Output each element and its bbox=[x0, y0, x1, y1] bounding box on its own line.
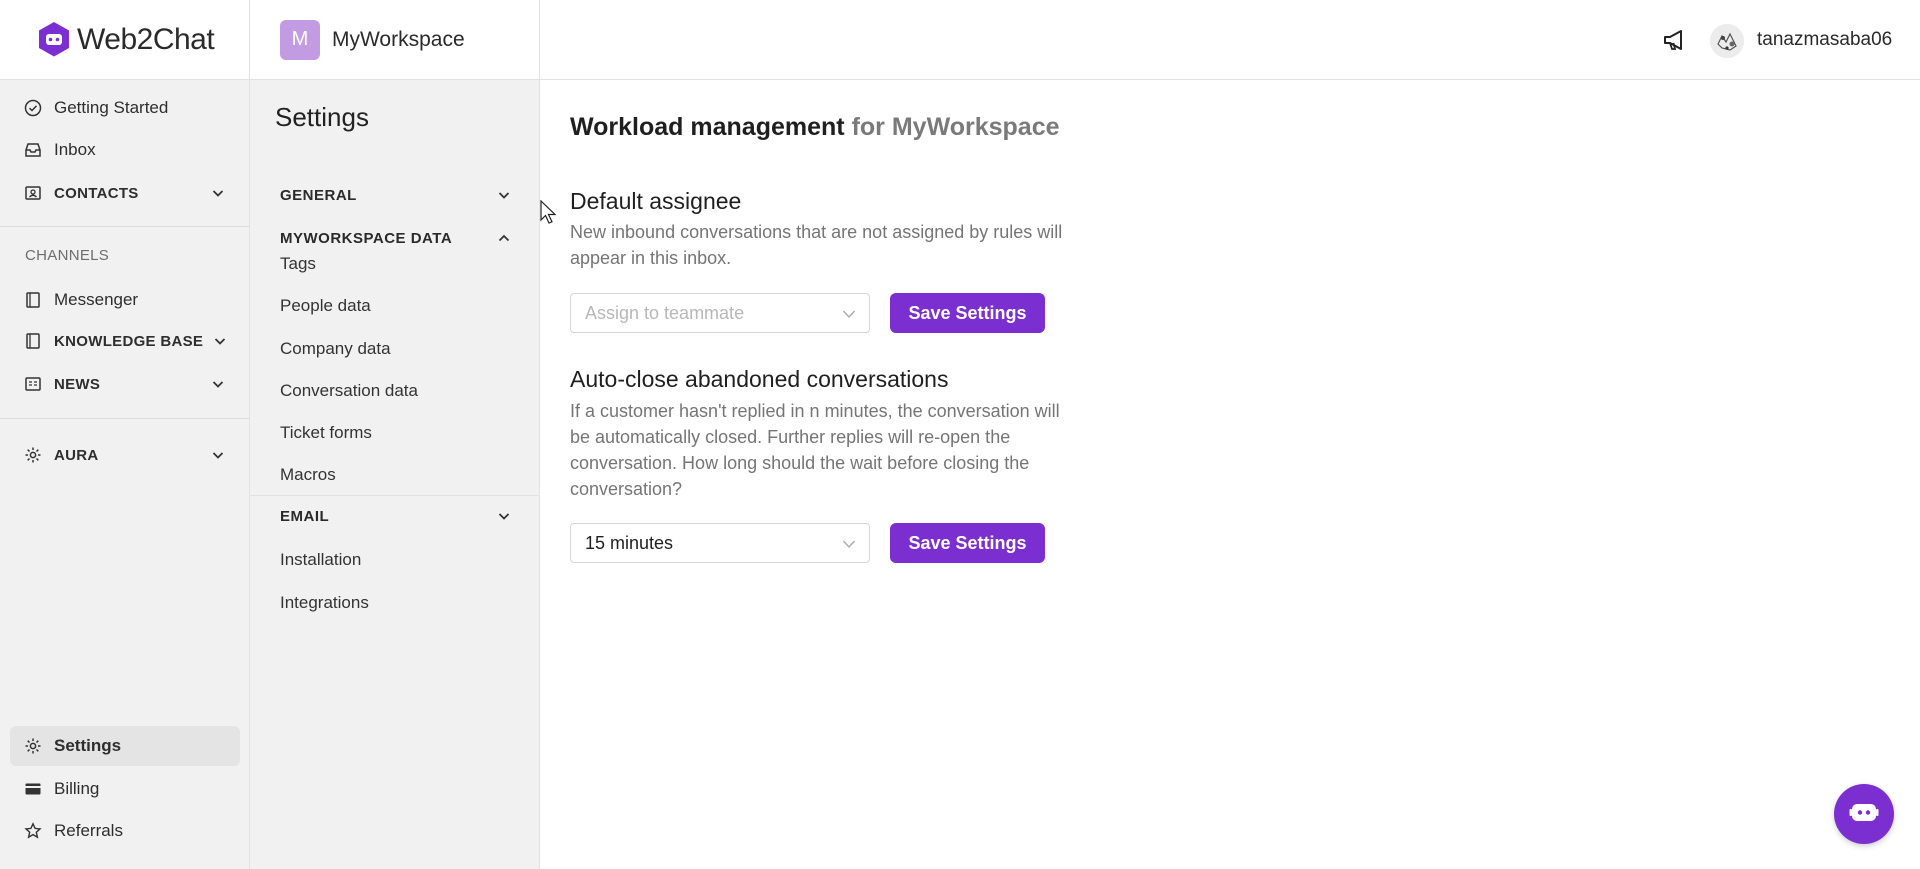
workspace-switcher[interactable]: M MyWorkspace bbox=[250, 0, 540, 80]
star-icon bbox=[24, 822, 42, 840]
mouse-cursor-icon bbox=[540, 199, 558, 226]
settings-item-conversation-data[interactable]: Conversation data bbox=[280, 381, 418, 401]
settings-group-general-label: GENERAL bbox=[280, 186, 357, 204]
newspaper-icon bbox=[24, 375, 42, 393]
page-title-main: Workload management bbox=[570, 113, 845, 141]
auto-close-description: If a customer hasn't replied in n minute… bbox=[570, 401, 1060, 499]
settings-panel: Settings GENERAL MYWORKSPACE DATA Tags P… bbox=[250, 80, 540, 869]
workspace-name: MyWorkspace bbox=[332, 27, 465, 51]
nav-getting-started-label: Getting Started bbox=[54, 98, 169, 117]
nav-billing[interactable]: Billing bbox=[10, 769, 240, 809]
chevron-down-icon bbox=[212, 333, 228, 349]
nav-news-label: NEWS bbox=[54, 375, 101, 393]
chevron-up-icon bbox=[496, 230, 512, 246]
nav-inbox-label: Inbox bbox=[54, 140, 96, 159]
settings-item-tags[interactable]: Tags bbox=[280, 254, 316, 274]
channels-section-header: CHANNELS bbox=[25, 247, 110, 264]
chevron-down-icon bbox=[841, 306, 857, 322]
nav-knowledge-base[interactable]: KNOWLEDGE BASE bbox=[10, 321, 240, 361]
gear-icon bbox=[24, 446, 42, 464]
settings-item-integrations[interactable]: Integrations bbox=[280, 593, 369, 613]
settings-title: Settings bbox=[275, 102, 369, 132]
nav-knowledge-base-label: KNOWLEDGE BASE bbox=[54, 332, 204, 350]
chat-widget-button[interactable] bbox=[1834, 784, 1894, 844]
contacts-card-icon bbox=[24, 184, 42, 202]
default-assignee-title: Default assignee bbox=[570, 188, 742, 214]
assign-teammate-placeholder: Assign to teammate bbox=[585, 302, 745, 323]
settings-item-installation[interactable]: Installation bbox=[280, 550, 361, 570]
nav-divider bbox=[0, 226, 250, 227]
auto-close-duration-value: 15 minutes bbox=[585, 532, 674, 553]
web2chat-logo-icon bbox=[37, 21, 71, 59]
nav-news[interactable]: NEWS bbox=[10, 364, 240, 404]
settings-group-workspace-data[interactable]: MYWORKSPACE DATA bbox=[250, 217, 540, 259]
book-icon bbox=[24, 332, 42, 350]
workspace-avatar: M bbox=[280, 19, 320, 60]
nav-billing-label: Billing bbox=[54, 779, 100, 798]
settings-item-macros[interactable]: Macros bbox=[280, 465, 336, 485]
chatbot-icon bbox=[1849, 799, 1879, 830]
default-assignee-description: New inbound conversations that are not a… bbox=[570, 222, 1063, 268]
settings-group-email-label: EMAIL bbox=[280, 507, 330, 525]
nav-inbox[interactable]: Inbox bbox=[10, 130, 240, 170]
book-icon bbox=[24, 291, 42, 309]
assign-teammate-select[interactable]: Assign to teammate bbox=[570, 293, 870, 333]
page-title: Workload management for MyWorkspace bbox=[570, 113, 1060, 142]
nav-referrals[interactable]: Referrals bbox=[10, 811, 240, 851]
megaphone-icon[interactable] bbox=[1662, 27, 1688, 53]
nav-aura-label: AURA bbox=[54, 446, 99, 464]
settings-group-email[interactable]: EMAIL bbox=[250, 495, 540, 537]
chevron-down-icon bbox=[841, 536, 857, 552]
auto-close-duration-select[interactable]: 15 minutes bbox=[570, 523, 870, 563]
page-title-workspace: for MyWorkspace bbox=[851, 113, 1060, 141]
nav-referrals-label: Referrals bbox=[54, 821, 123, 840]
nav-divider bbox=[0, 418, 250, 419]
auto-close-title: Auto-close abandoned conversations bbox=[570, 366, 949, 392]
chevron-down-icon bbox=[210, 185, 226, 201]
nav-contacts[interactable]: CONTACTS bbox=[10, 173, 240, 213]
username[interactable]: tanazmasaba06 bbox=[1757, 29, 1892, 51]
user-avatar[interactable] bbox=[1710, 24, 1744, 58]
left-navigation: Web2Chat Getting Started Inbox CONTACTS … bbox=[0, 0, 250, 869]
settings-group-general[interactable]: GENERAL bbox=[250, 174, 540, 216]
nav-aura[interactable]: AURA bbox=[10, 435, 240, 475]
credit-card-icon bbox=[24, 780, 42, 798]
gear-icon bbox=[24, 737, 42, 755]
settings-item-people-data[interactable]: People data bbox=[280, 296, 371, 316]
save-auto-close-button[interactable]: Save Settings bbox=[890, 523, 1045, 563]
settings-group-workspace-data-label: MYWORKSPACE DATA bbox=[280, 229, 453, 247]
nav-messenger-label: Messenger bbox=[54, 290, 139, 309]
chevron-down-icon bbox=[210, 376, 226, 392]
top-bar: tanazmasaba06 bbox=[540, 0, 1920, 80]
nav-getting-started[interactable]: Getting Started bbox=[10, 88, 240, 128]
nav-settings-label: Settings bbox=[54, 736, 122, 755]
brand-header[interactable]: Web2Chat bbox=[0, 0, 249, 80]
nav-contacts-label: CONTACTS bbox=[54, 184, 139, 202]
settings-item-company-data[interactable]: Company data bbox=[280, 339, 391, 359]
settings-item-ticket-forms[interactable]: Ticket forms bbox=[280, 423, 372, 443]
chevron-down-icon bbox=[210, 447, 226, 463]
save-default-assignee-button[interactable]: Save Settings bbox=[890, 293, 1045, 333]
brand-name: Web2Chat bbox=[77, 22, 215, 56]
chevron-down-icon bbox=[496, 508, 512, 524]
chevron-down-icon bbox=[496, 187, 512, 203]
nav-settings[interactable]: Settings bbox=[10, 726, 240, 766]
check-circle-icon bbox=[24, 99, 42, 117]
inbox-icon bbox=[24, 141, 42, 159]
nav-messenger[interactable]: Messenger bbox=[10, 280, 240, 320]
